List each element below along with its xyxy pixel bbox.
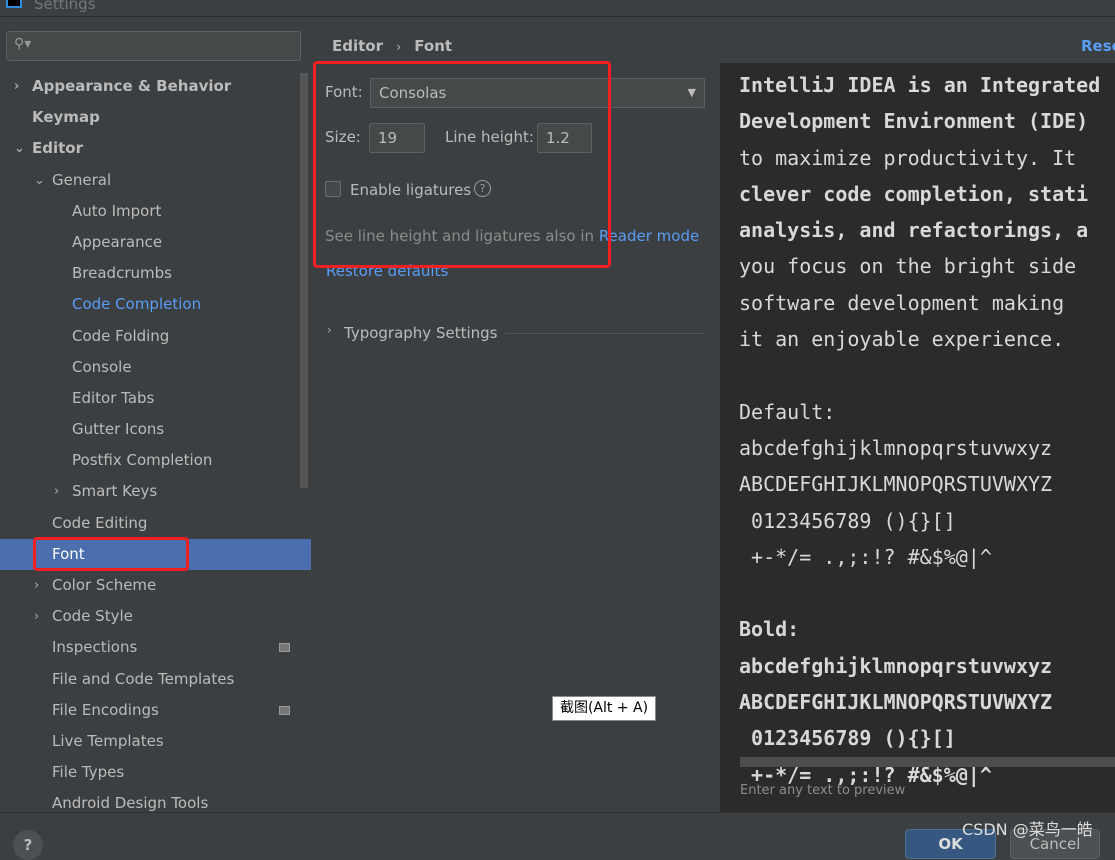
preview-line: 0123456789 (){}[] xyxy=(739,508,956,533)
tree-item[interactable]: File Encodings xyxy=(0,695,311,726)
tree-item-label: Postfix Completion xyxy=(72,451,213,470)
tree-item[interactable]: ⌄ General xyxy=(0,165,311,196)
tree-item-label: Color Scheme xyxy=(52,576,157,594)
tree-item[interactable]: Code Completion xyxy=(0,289,311,320)
preview-line: analysis, and refactorings, a xyxy=(739,218,1089,243)
tree-item-label: Live Templates xyxy=(52,731,164,750)
preview-line: it an enjoyable experience. xyxy=(739,327,1065,352)
chevron-down-icon[interactable]: ⌄ xyxy=(14,133,25,164)
breadcrumb-editor[interactable]: Editor xyxy=(332,37,383,55)
typography-settings-toggle[interactable]: Typography Settings xyxy=(344,324,497,342)
preview-line: Development Environment (IDE) xyxy=(739,109,1089,134)
tree-item[interactable]: › Appearance & Behavior xyxy=(0,71,311,102)
chevron-right-icon[interactable]: › xyxy=(34,601,39,632)
preview-line: abcdefghijklmnopqrstuvwxyz xyxy=(739,435,1053,460)
tree-item[interactable]: Breadcrumbs xyxy=(0,258,311,289)
tree-item-label: File and Code Templates xyxy=(52,669,235,688)
preview-line: abcdefghijklmnopqrstuvwxyz xyxy=(739,653,1053,678)
preview-line: IntelliJ IDEA is an Integrated xyxy=(739,73,1101,97)
settings-sidebar: ⚲▾ › Appearance & Behavior Keymap ⌄ Editor ⌄ G… xyxy=(0,18,311,812)
tree-item[interactable]: Editor Tabs xyxy=(0,383,311,414)
tree-item-label: Appearance & Behavior xyxy=(32,77,232,95)
tree-item-label: Inspections xyxy=(52,638,138,657)
search-icon: ⚲▾ xyxy=(14,36,32,52)
divider xyxy=(505,333,705,334)
font-preview[interactable]: IntelliJ IDEA is an Integrated Developmen… xyxy=(720,63,1115,812)
tree-item[interactable]: Auto Import xyxy=(0,196,311,227)
chevron-right-icon: › xyxy=(327,323,332,337)
preview-line: ABCDEFGHIJKLMNOPQRSTUVWXYZ xyxy=(739,690,1053,715)
preview-placeholder: Enter any text to preview xyxy=(740,783,906,798)
preview-line: Default: xyxy=(739,399,836,424)
help-button[interactable]: ? xyxy=(13,830,43,860)
tree-item-label: Code Style xyxy=(52,607,133,626)
tree-item[interactable]: › Color Scheme xyxy=(0,570,311,601)
tree-item[interactable]: ⌄ Editor xyxy=(0,133,311,164)
tree-item[interactable]: Appearance xyxy=(0,227,311,258)
preview-line: ABCDEFGHIJKLMNOPQRSTUVWXYZ xyxy=(739,472,1053,497)
screenshot-tooltip: 截图(Alt + A) xyxy=(552,696,656,721)
sidebar-scrollbar[interactable] xyxy=(300,73,308,488)
tree-item-label: File Types xyxy=(52,763,125,782)
tree-item[interactable]: File and Code Templates xyxy=(0,664,311,695)
breadcrumb-font: Font xyxy=(414,37,453,55)
window-title: Settings xyxy=(34,0,96,13)
breadcrumb-separator: › xyxy=(396,40,402,54)
tree-item-label: File Encodings xyxy=(52,700,159,719)
preview-line: to maximize productivity. It xyxy=(739,145,1077,170)
chevron-down-icon: ▼ xyxy=(687,86,696,99)
settings-tree: › Appearance & Behavior Keymap ⌄ Editor ⌄ Gene… xyxy=(0,71,311,820)
breadcrumb: Editor › Font xyxy=(332,37,452,55)
tree-item-label: Keymap xyxy=(32,108,100,127)
tree-item-label: Console xyxy=(72,357,132,376)
tree-item-label: Editor Tabs xyxy=(72,388,155,407)
tree-item[interactable]: Code Folding xyxy=(0,321,311,352)
preview-text[interactable]: IntelliJ IDEA is an Integrated Developmen… xyxy=(739,67,1100,793)
tree-item[interactable]: Postfix Completion xyxy=(0,445,311,476)
preview-scrollbar[interactable] xyxy=(740,757,1115,767)
tree-item[interactable]: Inspections xyxy=(0,632,311,663)
preview-line: clever code completion, stati xyxy=(739,181,1089,206)
tree-item-label: Smart Keys xyxy=(72,482,158,501)
project-settings-icon xyxy=(279,643,290,653)
tree-item-label: Auto Import xyxy=(72,201,162,220)
reader-mode-link[interactable]: Reader mode xyxy=(599,227,699,245)
tree-item[interactable]: Gutter Icons xyxy=(0,414,311,445)
preview-line: software development making xyxy=(739,290,1065,315)
tree-item[interactable]: Console xyxy=(0,352,311,383)
tree-item[interactable]: File Types xyxy=(0,757,311,788)
chevron-right-icon[interactable]: › xyxy=(34,570,39,601)
watermark: CSDN @菜鸟一皓 xyxy=(962,820,1093,839)
tree-item-label: Code Completion xyxy=(72,295,202,314)
dialog-footer: ? OK Cancel xyxy=(0,812,1115,860)
preview-line: +-*/= .,;:!? #&$%@|^ xyxy=(739,544,992,569)
tree-item-label: Editor xyxy=(32,139,83,158)
chevron-right-icon[interactable]: › xyxy=(14,71,19,102)
project-settings-icon xyxy=(279,705,290,715)
tree-item-label: Gutter Icons xyxy=(72,420,165,439)
chevron-down-icon[interactable]: ⌄ xyxy=(34,165,45,196)
tree-item[interactable]: Code Editing xyxy=(0,508,311,539)
highlight-box xyxy=(313,61,611,268)
tree-item[interactable]: Live Templates xyxy=(0,726,311,757)
tree-item-label: Code Editing xyxy=(52,513,148,532)
tree-item[interactable]: › Smart Keys xyxy=(0,476,311,507)
highlight-box-font xyxy=(33,537,189,571)
app-logo-icon xyxy=(6,0,22,8)
tree-item-label: Appearance xyxy=(72,232,163,251)
preview-line: Bold: xyxy=(739,617,800,642)
tree-item-label: Breadcrumbs xyxy=(72,264,172,283)
tree-item-label: Code Folding xyxy=(72,326,170,345)
search-input[interactable]: ⚲▾ xyxy=(6,31,301,61)
preview-line: you focus on the bright side xyxy=(739,254,1077,279)
preview-line: 0123456789 (){}[] xyxy=(739,726,956,751)
reset-link[interactable]: Reset xyxy=(1081,37,1115,55)
chevron-right-icon[interactable]: › xyxy=(54,476,59,507)
title-bar: Settings xyxy=(0,0,1115,17)
tree-item[interactable]: Keymap xyxy=(0,102,311,133)
tree-item-label: General xyxy=(52,170,112,189)
tree-item[interactable]: › Code Style xyxy=(0,601,311,632)
